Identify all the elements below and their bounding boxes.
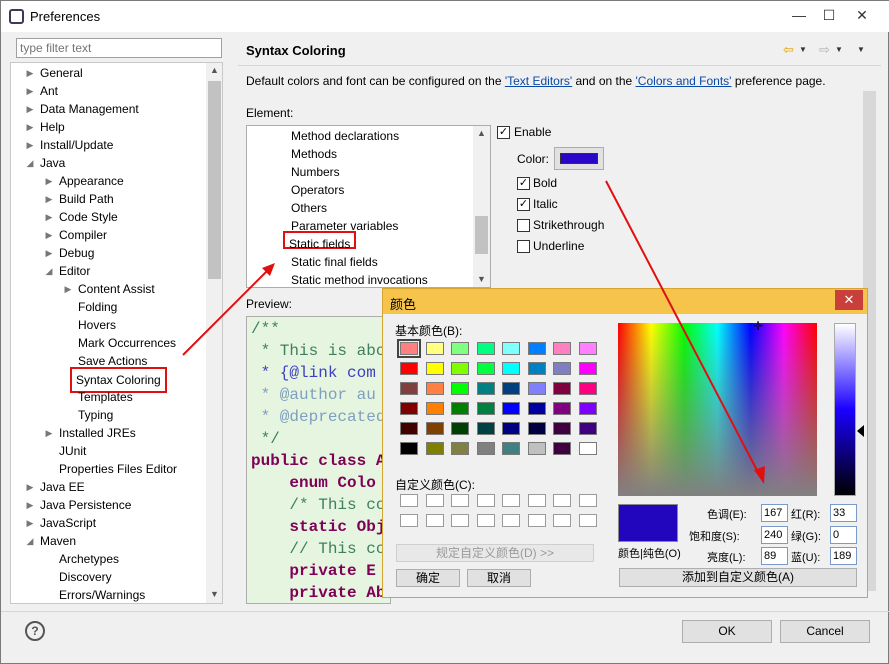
annotation-arrows <box>182 180 765 484</box>
arrow-line-left <box>182 269 269 356</box>
arrow-line-right <box>605 180 761 477</box>
